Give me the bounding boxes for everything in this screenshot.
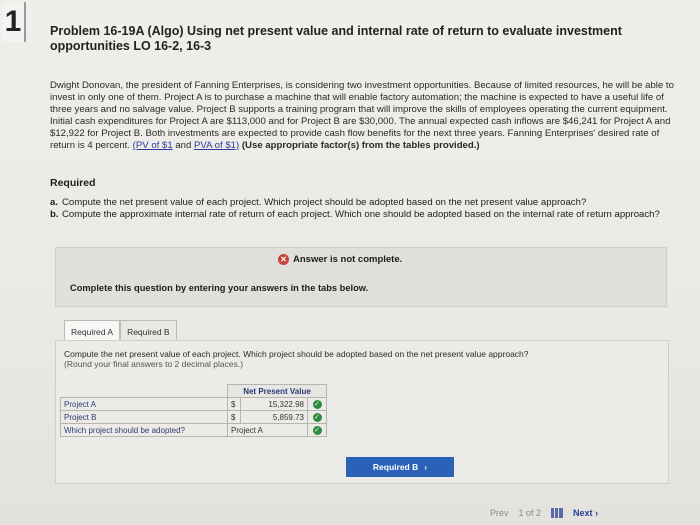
requirement-b: b. Compute the approximate internal rate… bbox=[50, 209, 678, 221]
next-button[interactable]: Next › bbox=[573, 508, 598, 518]
table-header-row: Net Present Value bbox=[61, 384, 327, 398]
requirement-text: Compute the net present value of each pr… bbox=[62, 197, 587, 208]
requirement-letter: b. bbox=[50, 208, 59, 220]
panel-instruction-text: Compute the net present value of each pr… bbox=[64, 349, 529, 359]
npv-input-project-b[interactable]: 5,859.73 bbox=[240, 410, 308, 424]
required-heading: Required bbox=[50, 177, 96, 189]
panel-instruction: Compute the net present value of each pr… bbox=[64, 349, 624, 369]
chevron-right-icon: › bbox=[595, 507, 599, 518]
row-label: Project B bbox=[60, 410, 228, 424]
currency-symbol: $ bbox=[227, 397, 241, 411]
pv-table-link[interactable]: (PV of $1 bbox=[133, 140, 173, 151]
button-label: Required B bbox=[372, 462, 419, 472]
answer-status: ✕ Answer is not complete. bbox=[278, 254, 402, 265]
rounding-hint: (Round your final answers to 2 decimal p… bbox=[64, 359, 244, 369]
answer-status-text: Answer is not complete. bbox=[293, 254, 403, 265]
next-label: Next bbox=[573, 507, 593, 518]
problem-title: Problem 16-19A (Algo) Using net present … bbox=[50, 24, 622, 53]
row-label: Which project should be adopted? bbox=[60, 423, 228, 437]
required-b-nav-button[interactable]: Required B › bbox=[346, 457, 454, 477]
header-spacer bbox=[61, 385, 228, 398]
table-row: Project B $ 5,859.73 ✓ bbox=[60, 410, 327, 424]
table-row: Which project should be adopted? Project… bbox=[60, 423, 327, 437]
page-position: 1 of 2 bbox=[518, 507, 542, 518]
requirement-a: a. Compute the net present value of each… bbox=[50, 197, 678, 209]
row-label: Project A bbox=[60, 397, 228, 411]
grid-icon[interactable] bbox=[551, 507, 564, 518]
problem-description: Dwight Donovan, the president of Fanning… bbox=[50, 80, 678, 152]
npv-table: Net Present Value Project A $ 15,322.98 … bbox=[60, 384, 327, 437]
check-icon: ✓ bbox=[312, 413, 322, 422]
requirement-letter: a. bbox=[50, 197, 59, 208]
factor-instruction: (Use appropriate factor(s) from the tabl… bbox=[241, 140, 480, 151]
table-row: Project A $ 15,322.98 ✓ bbox=[60, 397, 327, 411]
check-icon: ✓ bbox=[312, 426, 322, 435]
column-header-npv: Net Present Value bbox=[227, 384, 327, 398]
requirements-list: a. Compute the net present value of each… bbox=[50, 197, 678, 220]
complete-instruction: Complete this question by entering your … bbox=[70, 283, 369, 293]
currency-symbol: $ bbox=[227, 410, 241, 424]
pagination: Prev 1 of 2 Next › bbox=[490, 500, 700, 525]
x-circle-icon: ✕ bbox=[278, 254, 289, 265]
pva-table-link[interactable]: PVA of $1) bbox=[194, 140, 239, 151]
chevron-right-icon: › bbox=[424, 462, 428, 472]
requirement-text: Compute the approximate internal rate of… bbox=[62, 208, 660, 220]
npv-input-project-a[interactable]: 15,322.98 bbox=[240, 397, 308, 411]
problem-number: 1 bbox=[2, 2, 26, 42]
prev-button[interactable]: Prev bbox=[490, 508, 509, 518]
and-text: and bbox=[175, 140, 192, 151]
project-select[interactable]: Project A bbox=[227, 423, 308, 437]
check-icon: ✓ bbox=[312, 400, 322, 409]
